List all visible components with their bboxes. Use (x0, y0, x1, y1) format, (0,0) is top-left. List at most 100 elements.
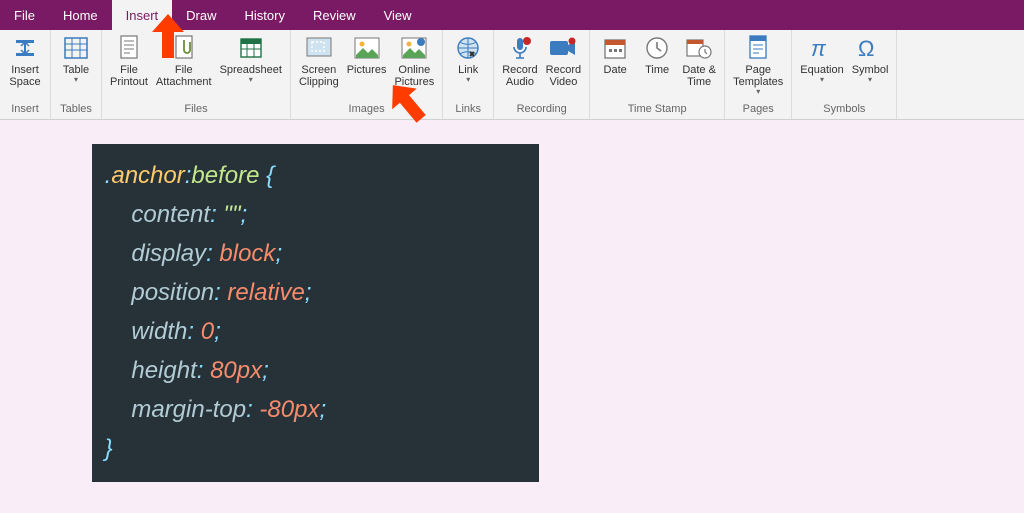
menu-tab-file[interactable]: File (0, 0, 49, 30)
code-token: position (131, 279, 214, 306)
ribbon-group-pages: Page Templates▾ Pages (725, 30, 792, 119)
time-icon (640, 34, 674, 62)
date-icon (598, 34, 632, 62)
code-token: ; (319, 396, 326, 423)
insert-space-button[interactable]: Insert Space (4, 34, 46, 88)
ribbon: Insert Space Insert Table▾TablesFile Print… (0, 30, 1024, 120)
code-token: -80px (259, 396, 319, 423)
link-button[interactable]: Link▾ (447, 34, 489, 84)
code-token: : (206, 240, 213, 267)
code-token: relative (227, 279, 304, 306)
code-token: width (131, 318, 187, 345)
menubar: FileHomeInsertDrawHistoryReviewView (0, 0, 1024, 30)
menu-tab-history[interactable]: History (231, 0, 299, 30)
menu-tab-draw[interactable]: Draw (172, 0, 230, 30)
chevron-down-icon: ▾ (756, 88, 760, 96)
code-token: block (219, 240, 275, 267)
table-label: Table (63, 62, 89, 76)
code-token: margin-top (131, 396, 246, 423)
screen-clipping-icon (302, 34, 336, 62)
link-icon (451, 34, 485, 62)
code-token: : (214, 279, 221, 306)
record-video-icon (546, 34, 580, 62)
page-templates-button[interactable]: Page Templates▾ (729, 34, 787, 96)
code-block: .anchor:before { content: ""; display: b… (92, 144, 539, 482)
code-token: } (105, 435, 113, 462)
record-audio-button[interactable]: Record Audio (498, 34, 541, 88)
code-token: ; (240, 201, 247, 228)
ribbon-group-images: Screen ClippingPicturesOnline Pictures Im… (291, 30, 443, 119)
chevron-down-icon: ▾ (74, 76, 78, 84)
table-button[interactable]: Table▾ (55, 34, 97, 84)
date-time-icon (682, 34, 716, 62)
file-printout-icon (112, 34, 146, 62)
page-templates-label: Page Templates (733, 62, 783, 88)
code-token: ; (262, 357, 269, 384)
code-token: : (197, 357, 204, 384)
ribbon-group-caption: Images (349, 101, 385, 119)
date-label: Date (604, 62, 627, 76)
page-templates-icon (741, 34, 775, 62)
file-attachment-label: File Attachment (156, 62, 212, 88)
record-audio-icon (503, 34, 537, 62)
pictures-button[interactable]: Pictures (343, 34, 391, 76)
ribbon-group-files: File PrintoutFile AttachmentSpreadsheet▾… (102, 30, 291, 119)
date-button[interactable]: Date (594, 34, 636, 76)
code-token: 0 (201, 318, 214, 345)
code-token: anchor (111, 162, 184, 189)
code-token: before (191, 162, 259, 189)
svg-text:π: π (811, 36, 827, 60)
time-label: Time (645, 62, 669, 76)
record-video-label: Record Video (546, 62, 581, 88)
code-token: { (259, 162, 274, 189)
menu-tab-view[interactable]: View (370, 0, 426, 30)
table-icon (59, 34, 93, 62)
file-attachment-icon (167, 34, 201, 62)
symbol-icon: Ω (853, 34, 887, 62)
ribbon-group-tables: Table▾Tables (51, 30, 102, 119)
code-token: : (187, 318, 194, 345)
code-token: "" (223, 201, 240, 228)
spreadsheet-button[interactable]: Spreadsheet▾ (216, 34, 286, 84)
code-token: ; (214, 318, 221, 345)
code-token: display (131, 240, 206, 267)
record-audio-label: Record Audio (502, 62, 537, 88)
ribbon-group-caption: Time Stamp (628, 101, 687, 119)
code-token: height (131, 357, 196, 384)
file-attachment-button[interactable]: File Attachment (152, 34, 216, 88)
file-printout-button[interactable]: File Printout (106, 34, 152, 88)
symbol-button[interactable]: ΩSymbol▾ (848, 34, 893, 84)
time-button[interactable]: Time (636, 34, 678, 76)
code-token: ; (305, 279, 312, 306)
chevron-down-icon: ▾ (466, 76, 470, 84)
ribbon-group-caption: Insert (11, 101, 39, 119)
screen-clipping-label: Screen Clipping (299, 62, 339, 88)
link-label: Link (458, 62, 478, 76)
date-time-label: Date & Time (682, 62, 716, 88)
ribbon-group-caption: Links (455, 101, 481, 119)
online-pictures-label: Online Pictures (394, 62, 434, 88)
menu-tab-insert[interactable]: Insert (112, 0, 173, 30)
screen-clipping-button[interactable]: Screen Clipping (295, 34, 343, 88)
ribbon-group-time-stamp: Date Time Date & Time Time Stamp (590, 30, 725, 119)
ribbon-group-caption: Recording (517, 101, 567, 119)
menu-tab-home[interactable]: Home (49, 0, 112, 30)
ribbon-group-links: Link▾ Links (443, 30, 494, 119)
svg-text:Ω: Ω (858, 36, 874, 60)
insert-space-label: Insert Space (9, 62, 40, 88)
menu-tab-review[interactable]: Review (299, 0, 370, 30)
ribbon-group-recording: Record Audio Record Video Recording (494, 30, 590, 119)
ribbon-group-caption: Symbols (823, 101, 865, 119)
spreadsheet-label: Spreadsheet (220, 62, 282, 76)
pictures-icon (350, 34, 384, 62)
ribbon-group-symbols: πEquation▾ΩSymbol▾ Symbols (792, 30, 897, 119)
online-pictures-button[interactable]: Online Pictures (390, 34, 438, 88)
equation-button[interactable]: πEquation▾ (796, 34, 847, 84)
insert-space-icon (8, 34, 42, 62)
record-video-button[interactable]: Record Video (542, 34, 585, 88)
ribbon-group-insert: Insert Space Insert (0, 30, 51, 119)
code-token: content (131, 201, 210, 228)
code-token: : (246, 396, 253, 423)
ribbon-group-caption: Pages (743, 101, 774, 119)
date-time-button[interactable]: Date & Time (678, 34, 720, 88)
